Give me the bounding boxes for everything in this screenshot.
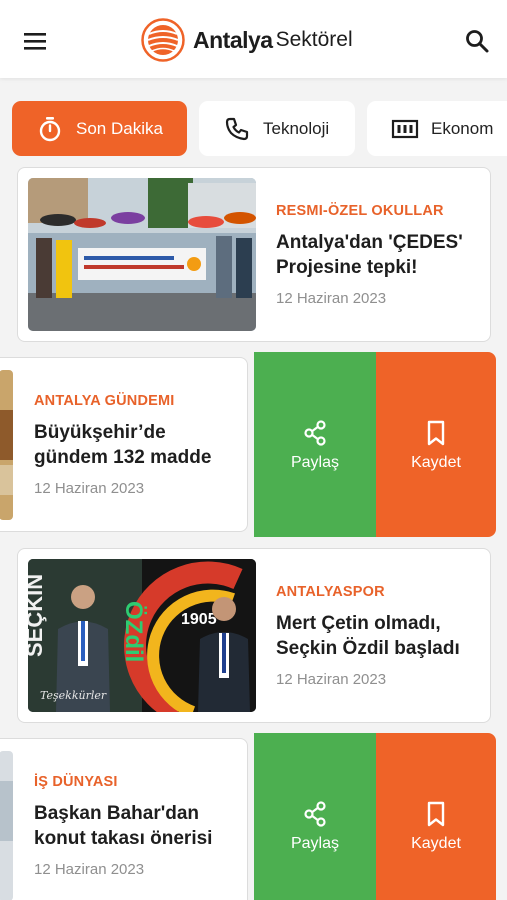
share-label: Paylaş <box>290 834 340 852</box>
article-title-line: konut takası önerisi <box>34 828 213 849</box>
search-icon[interactable] <box>460 24 494 58</box>
article-title-line: Mert Çetin olmadı, <box>276 613 441 634</box>
article-date: 12 Haziran 2023 <box>34 861 145 878</box>
category-tabs: Son Dakika Teknoloji Ekonom <box>0 101 507 157</box>
save-label: Kaydet <box>411 834 461 852</box>
save-button[interactable]: Kaydet <box>376 352 496 537</box>
stopwatch-icon <box>39 116 61 141</box>
share-button[interactable]: Paylaş <box>254 352 376 537</box>
article-title-line: Büyükşehir’de <box>34 422 166 443</box>
share-icon <box>304 800 326 827</box>
article-image <box>28 178 256 331</box>
tab-label: Teknoloji <box>263 118 330 138</box>
bookmark-icon <box>427 801 445 826</box>
article-date: 12 Haziran 2023 <box>34 480 145 497</box>
article-category: ANTALYASPOR <box>276 584 385 600</box>
article-title-line: Antalya'dan 'ÇEDES' <box>276 232 463 253</box>
article-title-line: Başkan Bahar'dan <box>34 803 200 824</box>
article-title: Başkan Bahar'dan konut takası önerisi <box>34 801 212 851</box>
article-title-line: Projesine tepki! <box>276 257 418 278</box>
article-image: SEÇKİN ÖZdil 1905 Teşekkürler <box>28 559 256 712</box>
share-button[interactable]: Paylaş <box>254 733 376 900</box>
article-title-line: gündem 132 madde <box>34 447 212 468</box>
article-title: Büyükşehir’de gündem 132 madde <box>34 420 211 470</box>
image-caption: Teşekkürler <box>40 689 107 702</box>
save-label: Kaydet <box>411 453 461 471</box>
article-category: İŞ DÜNYASI <box>34 774 118 790</box>
phone-icon <box>225 117 249 140</box>
tab-son-dakika[interactable]: Son Dakika <box>12 101 187 156</box>
article-card[interactable]: İŞ DÜNYASI Başkan Bahar'dan konut takası… <box>0 738 248 900</box>
image-badge-text: 1905 <box>181 611 217 628</box>
currency-icon <box>391 119 419 138</box>
image-text-left: SEÇKİN <box>28 574 47 657</box>
article-title: Antalya'dan 'ÇEDES' Projesine tepki! <box>276 230 463 280</box>
save-button[interactable]: Kaydet <box>376 733 496 900</box>
share-icon <box>304 419 326 446</box>
brand-name-light: Sektörel <box>275 28 353 51</box>
article-date: 12 Haziran 2023 <box>276 671 387 688</box>
share-label: Paylaş <box>290 453 340 471</box>
article-image <box>0 370 13 520</box>
article-category: ANTALYA GÜNDEMI <box>34 393 175 409</box>
image-text-center: ÖZdil <box>120 601 147 662</box>
article-title: Mert Çetin olmadı, Seçkin Özdil başladı <box>276 611 460 661</box>
tab-label: Son Dakika <box>76 118 163 138</box>
article-card[interactable]: ANTALYA GÜNDEMI Büyükşehir’de gündem 132… <box>0 357 248 532</box>
article-image <box>0 751 13 900</box>
hamburger-menu-icon[interactable] <box>18 24 52 58</box>
globe-logo-icon <box>141 18 185 62</box>
brand-name-bold: Antalya <box>193 26 273 53</box>
article-category: RESMI-ÖZEL OKULLAR <box>276 203 444 219</box>
app-screen: Antalya Sektörel Son Dakika Teknoloji Ek… <box>0 0 507 900</box>
article-card[interactable]: RESMI-ÖZEL OKULLAR Antalya'dan 'ÇEDES' P… <box>17 167 491 342</box>
article-date: 12 Haziran 2023 <box>276 290 387 307</box>
top-app-bar: Antalya Sektörel <box>0 0 507 78</box>
article-card[interactable]: SEÇKİN ÖZdil 1905 Teşekkürler ANTALYASPO… <box>17 548 491 723</box>
tab-label: Ekonom <box>431 118 494 138</box>
article-title-line: Seçkin Özdil başladı <box>276 638 460 659</box>
tab-teknoloji[interactable]: Teknoloji <box>199 101 355 156</box>
tab-ekonomi[interactable]: Ekonom <box>367 101 507 156</box>
bookmark-icon <box>427 420 445 445</box>
brand-logo[interactable]: Antalya Sektörel <box>141 18 353 62</box>
